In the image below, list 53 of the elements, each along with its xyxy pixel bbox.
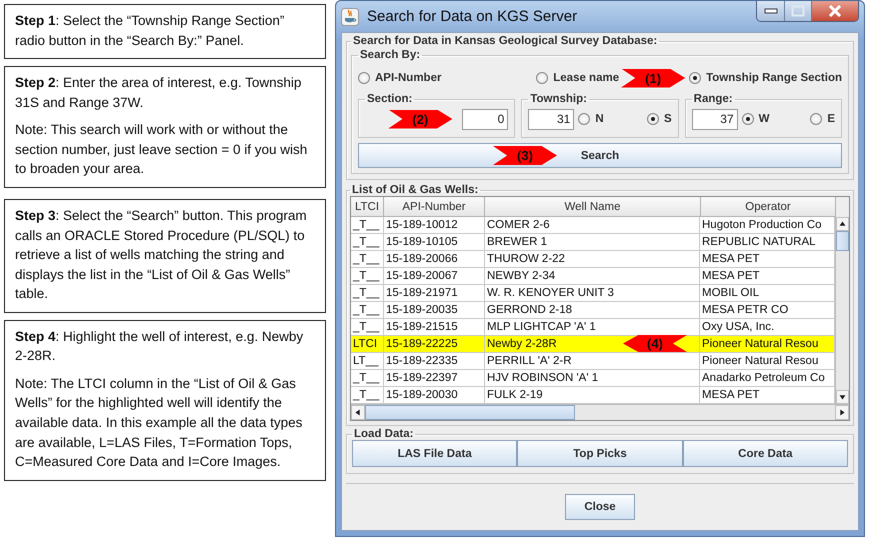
table-row[interactable]: _T__ 15-189-20035 GERROND 2-18 MESA PETR CO xyxy=(351,302,835,319)
township-field[interactable]: 31 xyxy=(528,108,574,130)
table-row[interactable]: LT__ 15-189-22335 PERRILL 'A' 2-R Pioneer Natural Resou xyxy=(351,353,835,370)
column-header[interactable]: Operator xyxy=(701,197,836,217)
close-dialog-button[interactable]: Close xyxy=(565,494,635,520)
step-text: Note: The LTCI column in the “List of Oil & Gas Wells” for the highlighted well will identify the available data. In this example all the data types are available, L=LAS Files, T=Formation Tops, C=Measured Core Data and I=Core Images. xyxy=(15,374,304,472)
minimize-button[interactable] xyxy=(757,1,785,21)
column-header[interactable]: API-Number xyxy=(384,197,485,217)
panel-title: Search By: xyxy=(359,49,422,61)
close-icon xyxy=(828,5,842,17)
radio-option[interactable]: Township Range Section xyxy=(689,72,842,84)
radio-option[interactable]: S xyxy=(646,113,672,125)
panel-title: Range: xyxy=(692,93,734,105)
window-title: Search for Data on KGS Server xyxy=(367,8,578,25)
range-field[interactable]: 37 xyxy=(692,108,738,130)
step-text: Step 1: Select the “Township Range Section” radio button in the “Search By:” Panel. xyxy=(15,12,286,50)
table-row[interactable]: _T__ 15-189-10012 COMER 2-6 Hugoton Production Co xyxy=(351,217,835,234)
panel-title: Load Data: xyxy=(353,428,414,440)
section-field[interactable]: 0 xyxy=(462,108,508,130)
table-row[interactable]: _T__ 15-189-20030 FULK 2-19 MESA PET xyxy=(351,387,835,404)
table-row[interactable]: _T__ 15-189-20066 THUROW 2-22 MESA PET xyxy=(351,251,835,268)
column-header[interactable]: LTCI xyxy=(351,197,384,217)
radio-option[interactable]: Lease name xyxy=(536,72,620,84)
table-row[interactable]: _T__ 15-189-22397 HJV ROBINSON 'A' 1 Anadarko Petroleum Co xyxy=(351,370,835,387)
panel-title: Section: xyxy=(366,93,414,105)
radio-option[interactable]: W xyxy=(742,113,770,125)
panel-title: Township: xyxy=(529,93,588,105)
maximize-icon xyxy=(791,5,805,17)
panel-title: List of Oil & Gas Wells: xyxy=(351,184,480,196)
load-button[interactable]: LAS File Data xyxy=(352,440,518,467)
step-text: Note: This search will work with or without the section number, just leave section = 0 if you wish to broaden your area. xyxy=(15,121,308,178)
radio-option[interactable]: API-Number xyxy=(358,72,442,84)
close-button[interactable] xyxy=(812,1,858,21)
table-row[interactable]: _T__ 15-189-20067 NEWBY 2-34 MESA PET xyxy=(351,268,835,285)
table-row[interactable]: _T__ 15-189-21515 MLP LIGHTCAP 'A' 1 Oxy USA, Inc. xyxy=(351,319,835,336)
column-header[interactable]: Well Name xyxy=(485,197,701,217)
minimize-icon xyxy=(764,8,778,14)
horizontal-scrollbar[interactable] xyxy=(351,404,849,420)
cup-icon xyxy=(341,8,359,26)
table-row[interactable]: _T__ 15-189-10105 BREWER 1 REPUBLIC NATURAL xyxy=(351,234,835,251)
vertical-scrollbar[interactable] xyxy=(835,217,849,404)
radio-option[interactable]: N xyxy=(578,113,604,125)
step-text: Step 4: Highlight the well of interest, e.g. Newby 2-28R. xyxy=(15,328,304,366)
step-text: Step 3: Select the “Search” button. This program calls an ORACLE Stored Procedure (PL/SQL) to retrieve a list of wells matching the string and displays the list in the “List of Oil & Gas Wells” table. xyxy=(15,206,308,304)
scrollbar-thumb[interactable] xyxy=(365,405,575,420)
step-text: Step 2: Enter the area of interest, e.g. Township 31S and Range 37W. xyxy=(15,74,302,112)
scrollbar-thumb[interactable] xyxy=(836,231,849,251)
table-row[interactable]: _T__ 15-189-21971 W. R. KENOYER UNIT 3 MOBIL OIL xyxy=(351,285,835,302)
load-button[interactable]: Top Picks xyxy=(517,440,683,467)
radio-option[interactable]: E xyxy=(810,113,835,125)
table-row[interactable]: LTCI 15-189-22225 Newby 2-28R (4) Pioneer Natural Resou xyxy=(351,336,835,353)
panel-title: Search for Data in Kansas Geological Survey Database: xyxy=(352,35,658,47)
load-button[interactable]: Core Data xyxy=(682,440,848,467)
